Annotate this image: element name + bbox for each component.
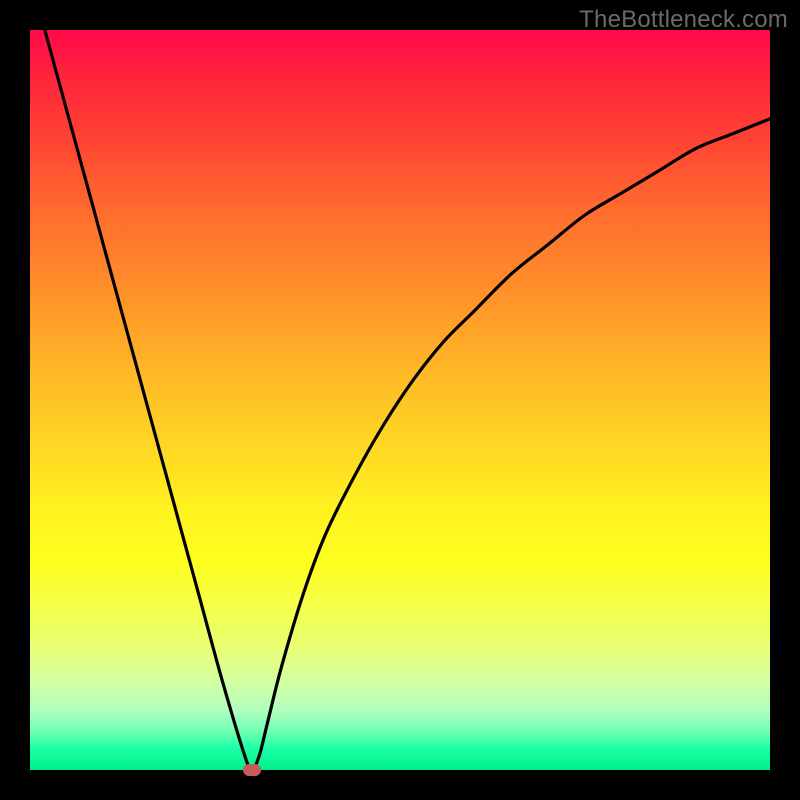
- plot-area: [30, 30, 770, 770]
- optimum-marker: [243, 764, 261, 776]
- bottleneck-curve-path: [45, 30, 770, 770]
- chart-frame: TheBottleneck.com: [0, 0, 800, 800]
- curve-svg: [30, 30, 770, 770]
